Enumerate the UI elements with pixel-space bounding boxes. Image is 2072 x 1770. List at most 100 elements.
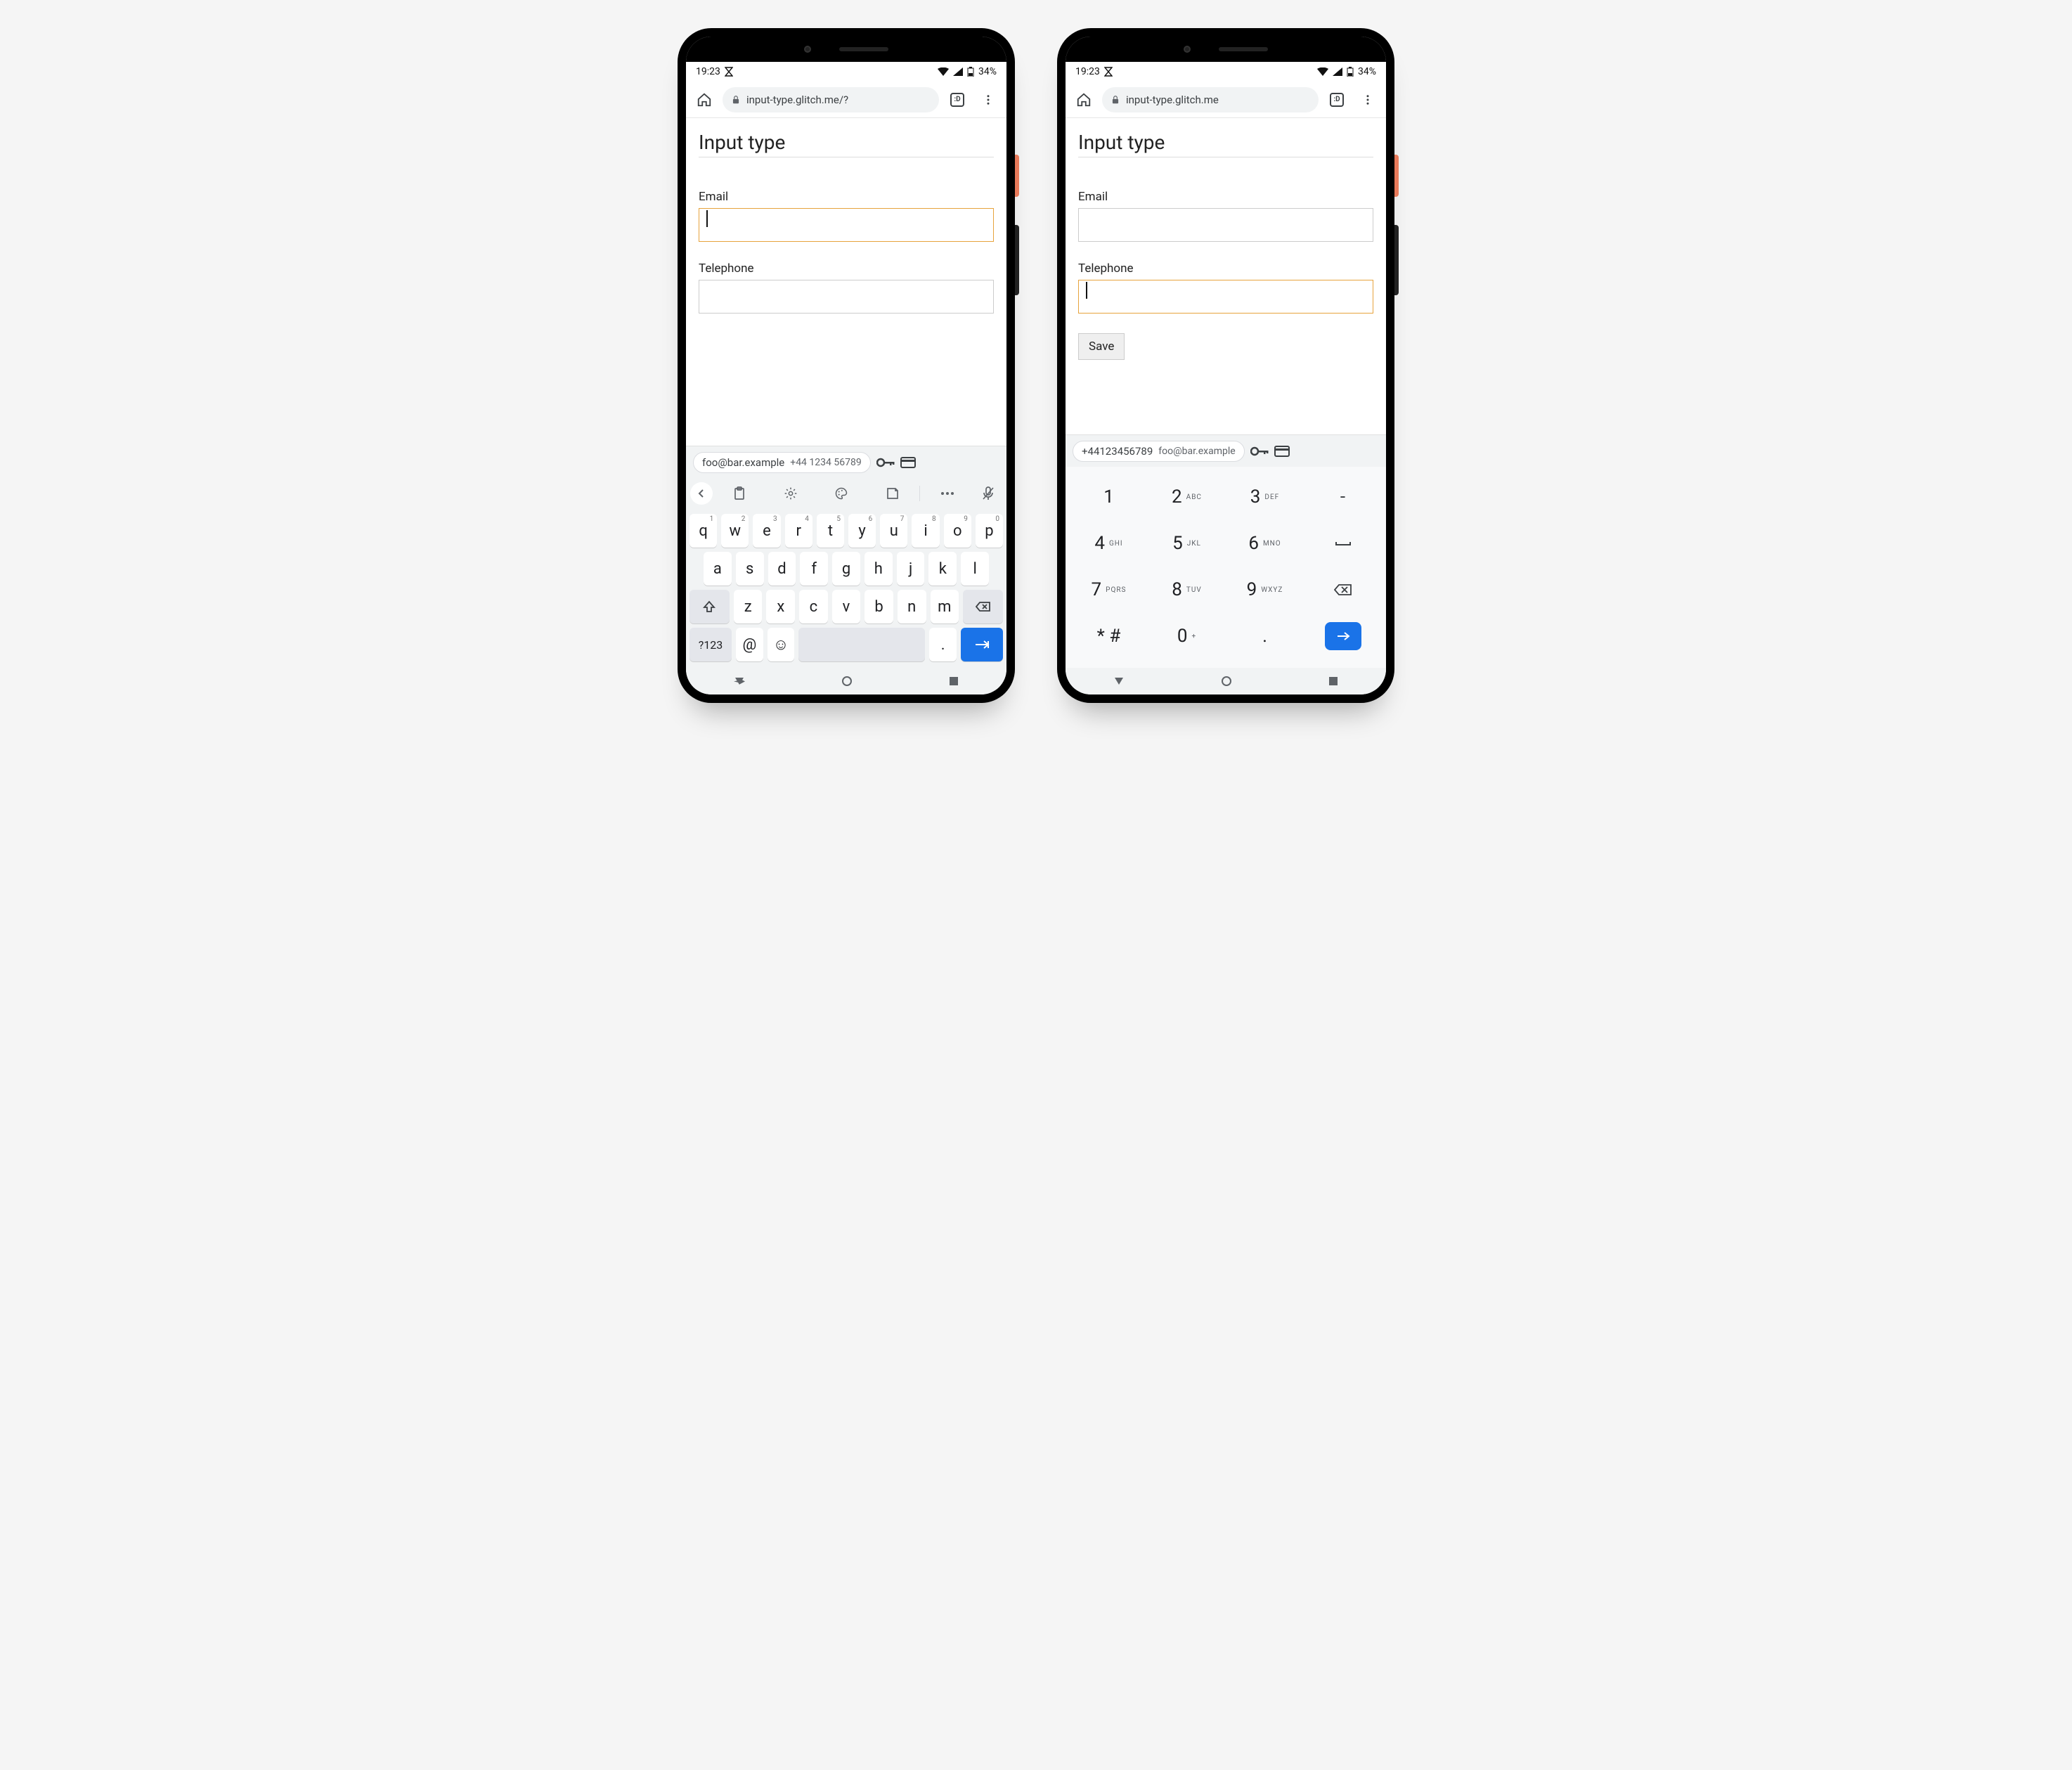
key-s[interactable]: s [736,552,764,586]
period-key[interactable]: . [929,628,957,661]
numkey-8[interactable]: 8TUV [1148,567,1226,613]
key-r[interactable]: r4 [785,514,812,548]
tab-switcher[interactable]: :D [945,87,970,112]
numkey-3[interactable]: 3DEF [1226,474,1304,520]
recents-button[interactable] [949,676,959,686]
numkey-.[interactable]: . [1226,613,1304,659]
key-q[interactable]: q1 [689,514,717,548]
home-button[interactable] [1071,87,1096,112]
key-v[interactable]: v [832,590,861,624]
overflow-menu[interactable] [1355,87,1380,112]
key-g[interactable]: g [832,552,860,586]
key-z[interactable]: z [734,590,763,624]
emoji-key[interactable]: ☺ [768,628,795,661]
notch [686,37,1006,62]
url-text: input-type.glitch.me/? [746,93,848,106]
page-content: Input type Email Telephone [686,118,1006,446]
key-l[interactable]: l [961,552,989,586]
key-k[interactable]: k [928,552,957,586]
back-button[interactable] [1113,676,1125,686]
key-o[interactable]: o9 [944,514,971,548]
key-t[interactable]: t5 [817,514,844,548]
numkey-4[interactable]: 4GHI [1070,520,1148,567]
enter-key[interactable] [961,628,1003,661]
clipboard-icon[interactable] [716,478,764,509]
lock-icon [1111,95,1120,105]
qwerty-keyboard: q1w2e3r4t5y6u7i8o9p0 asdfghjkl zxcvbnm ?… [686,509,1006,668]
numkey-⌫[interactable] [1304,567,1382,613]
page-title: Input type [699,131,994,157]
camera-dot [804,46,811,53]
key-e[interactable]: e3 [753,514,780,548]
telephone-field[interactable] [1078,280,1373,314]
key-d[interactable]: d [768,552,796,586]
home-nav-button[interactable] [841,676,853,687]
telephone-field[interactable] [699,280,994,314]
battery-text: 34% [1358,66,1376,77]
notch [1066,37,1386,62]
key-m[interactable]: m [931,590,959,624]
email-label: Email [1078,190,1373,204]
overflow-menu[interactable] [976,87,1001,112]
email-field[interactable] [1078,208,1373,242]
space-key[interactable] [798,628,925,661]
at-key[interactable]: @ [736,628,763,661]
key-icon[interactable] [876,457,895,468]
key-c[interactable]: c [799,590,828,624]
home-button[interactable] [692,87,717,112]
numkey-5[interactable]: 5JKL [1148,520,1226,567]
suggestion-email: foo@bar.example [702,456,784,469]
numkey-␣[interactable] [1304,520,1382,567]
tab-switcher[interactable]: :D [1324,87,1349,112]
card-icon[interactable] [900,457,916,468]
sticker-icon[interactable] [869,478,917,509]
numkey-1[interactable]: 1 [1070,474,1148,520]
collapse-toolbar-button[interactable] [690,482,713,505]
save-button[interactable]: Save [1078,333,1125,360]
status-bar: 19:23 34% [1066,62,1386,82]
gear-icon[interactable] [767,478,815,509]
more-icon[interactable] [923,478,971,509]
key-j[interactable]: j [897,552,925,586]
autofill-suggestion[interactable]: +44123456789 foo@bar.example [1073,441,1245,462]
key-a[interactable]: a [704,552,732,586]
shift-key[interactable] [689,590,730,624]
battery-text: 34% [978,66,997,77]
key-f[interactable]: f [800,552,828,586]
recents-button[interactable] [1328,676,1338,686]
back-button[interactable] [734,676,745,686]
palette-icon[interactable] [817,478,866,509]
mic-off-icon[interactable] [974,478,1002,509]
numkey-0[interactable]: 0+ [1148,613,1226,659]
key-h[interactable]: h [865,552,893,586]
address-bar[interactable]: input-type.glitch.me [1102,87,1319,112]
key-x[interactable]: x [766,590,795,624]
key-w[interactable]: w2 [721,514,749,548]
key-y[interactable]: y6 [848,514,876,548]
symbols-key[interactable]: ?123 [689,628,732,661]
key-icon[interactable] [1250,446,1269,457]
numeric-keypad: 12ABC3DEF- 4GHI5JKL6MNO 7PQRS8TUV9WXYZ * #0… [1066,467,1386,668]
key-n[interactable]: n [898,590,926,624]
autofill-suggestion[interactable]: foo@bar.example +44 1234 56789 [693,452,871,473]
numkey-→[interactable] [1304,613,1382,659]
key-p[interactable]: p0 [976,514,1003,548]
page-content: Input type Email Telephone Save [1066,118,1386,434]
email-field[interactable] [699,208,994,242]
address-bar[interactable]: input-type.glitch.me/? [723,87,939,112]
numkey-6[interactable]: 6MNO [1226,520,1304,567]
key-b[interactable]: b [865,590,893,624]
keyboard-toolbar [686,478,1006,509]
numkey--[interactable]: - [1304,474,1382,520]
numkey-9[interactable]: 9WXYZ [1226,567,1304,613]
home-nav-button[interactable] [1221,676,1232,687]
numkey-7[interactable]: 7PQRS [1070,567,1148,613]
card-icon[interactable] [1274,446,1290,457]
numkey-2[interactable]: 2ABC [1148,474,1226,520]
numkey-* #[interactable]: * # [1070,613,1148,659]
key-i[interactable]: i8 [912,514,939,548]
key-u[interactable]: u7 [880,514,907,548]
url-text: input-type.glitch.me [1126,93,1219,106]
backspace-key[interactable] [963,590,1003,624]
suggestion-tel: +44123456789 [1082,445,1153,458]
